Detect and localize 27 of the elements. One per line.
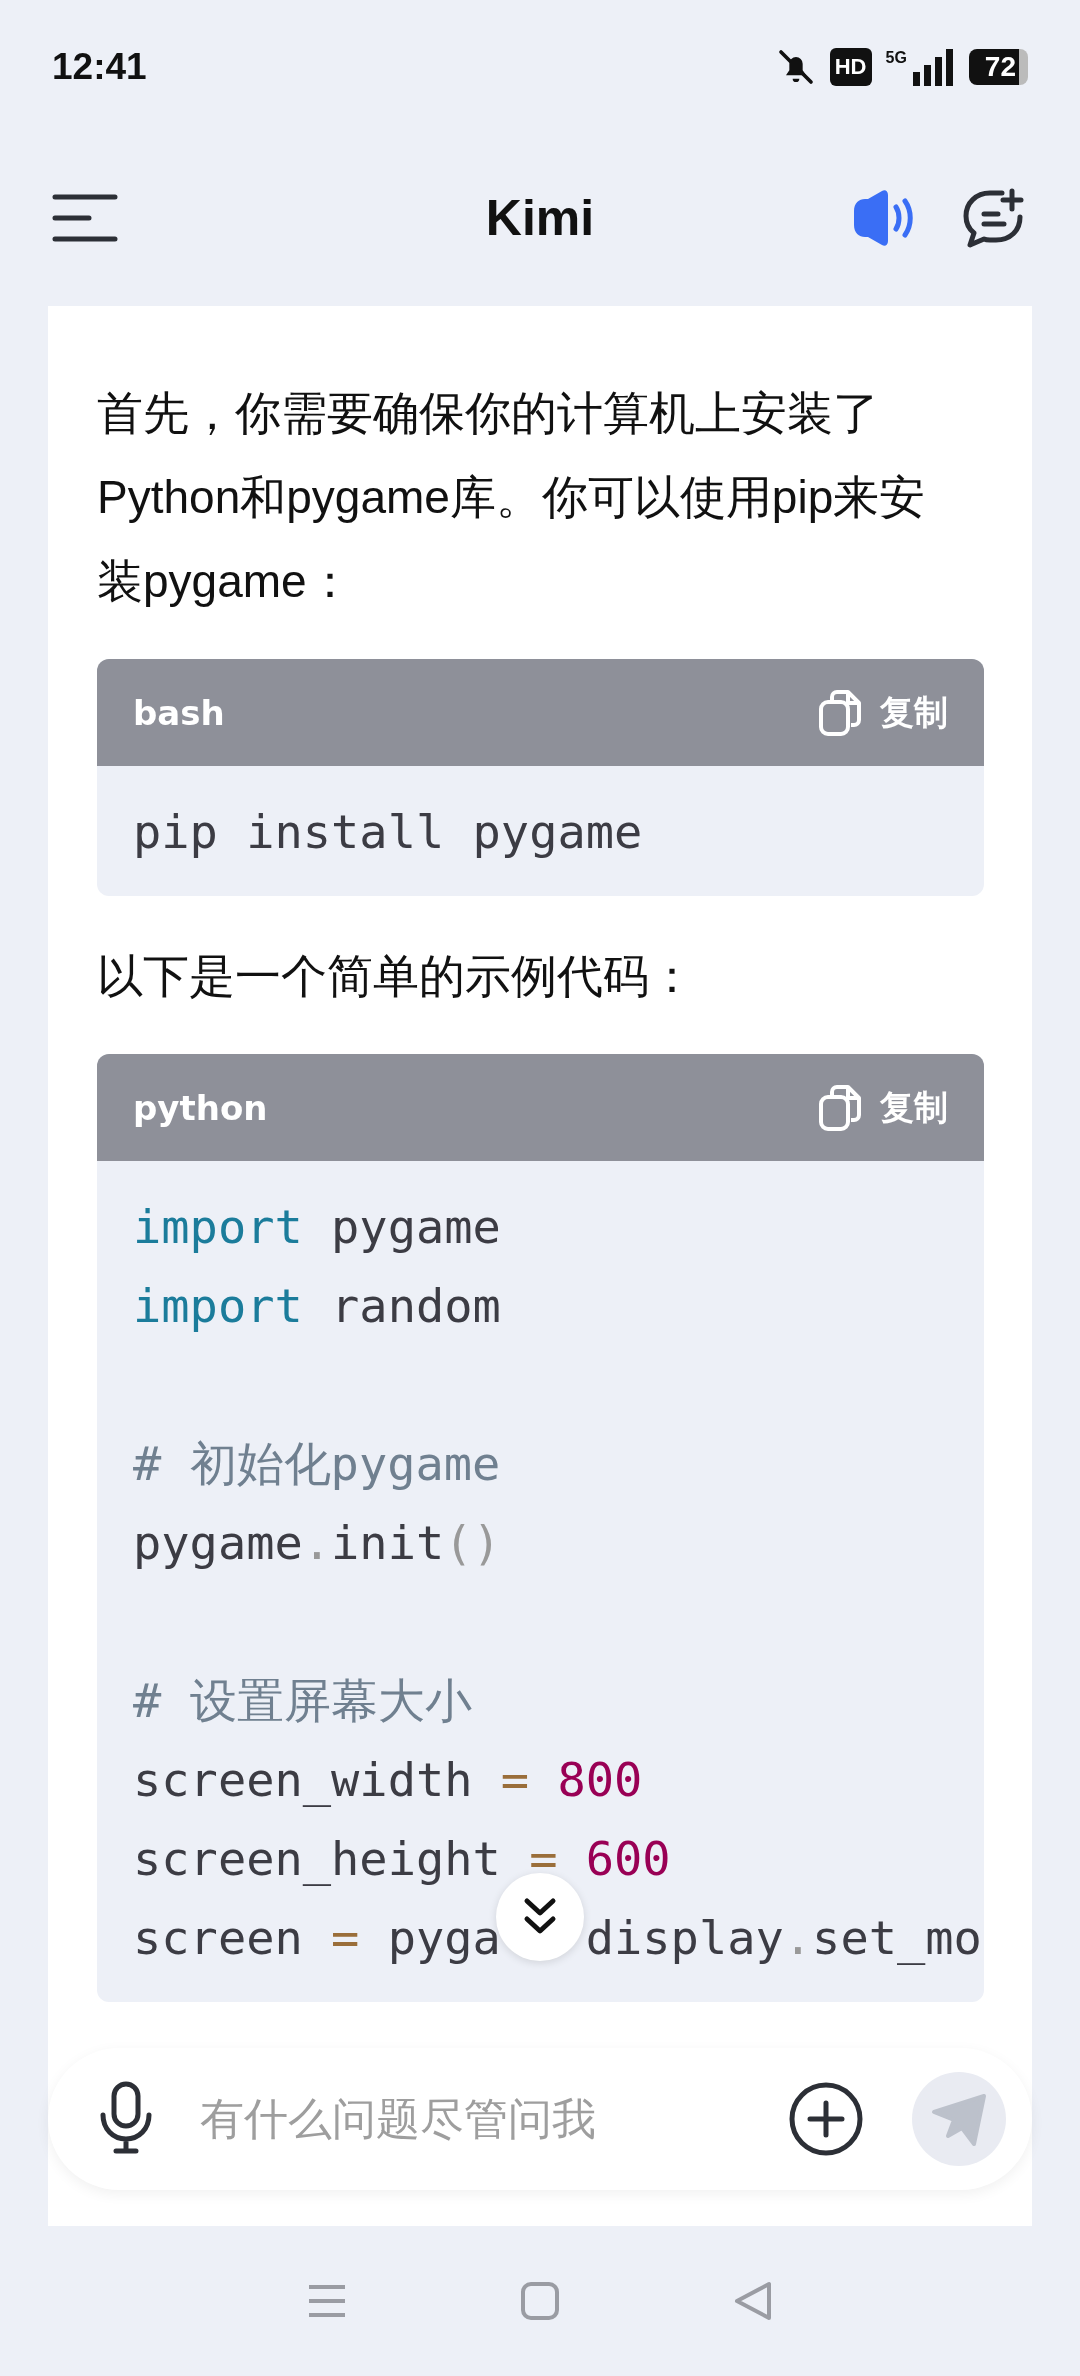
add-icon[interactable] — [788, 2081, 864, 2157]
message-input[interactable]: 有什么问题尽管问我 — [198, 2093, 758, 2145]
code-line: import random — [133, 1278, 501, 1333]
code-language: python — [133, 1087, 268, 1128]
menu-icon[interactable] — [52, 192, 118, 244]
message-text: 以下是一个简单的示例代码： — [97, 949, 696, 1004]
code-line: import pygame — [133, 1199, 501, 1254]
microphone-icon[interactable] — [98, 2081, 154, 2157]
code-language: bash — [133, 692, 225, 733]
code-line: # 初始化pygame — [133, 1436, 501, 1491]
code-line: pygame.init() — [133, 1515, 501, 1570]
battery-level: 72 — [968, 49, 1028, 85]
copy-icon — [818, 688, 862, 737]
code-line: display.set_mo — [585, 1910, 982, 1965]
message-text: 首先，你需要确保你的计算机上安装了Python和pygame库。你可以使用pip来安装pygame： — [97, 386, 927, 609]
code-line: screen_height = 600 — [133, 1831, 671, 1886]
code-line: # 设置屏幕大小 — [133, 1673, 472, 1728]
network-label: 5G — [885, 49, 907, 67]
copy-button[interactable]: 复制 — [818, 1083, 948, 1132]
hd-icon: HD — [829, 48, 872, 86]
code-line: screen_width = 800 — [133, 1752, 643, 1807]
status-time: 12:41 — [52, 46, 147, 88]
code-line: screen = pyga — [133, 1910, 501, 1965]
code-line: pip install pygame — [133, 804, 643, 859]
app-title: Kimi — [485, 189, 595, 247]
copy-icon — [818, 1083, 862, 1132]
copy-button[interactable]: 复制 — [818, 688, 948, 737]
